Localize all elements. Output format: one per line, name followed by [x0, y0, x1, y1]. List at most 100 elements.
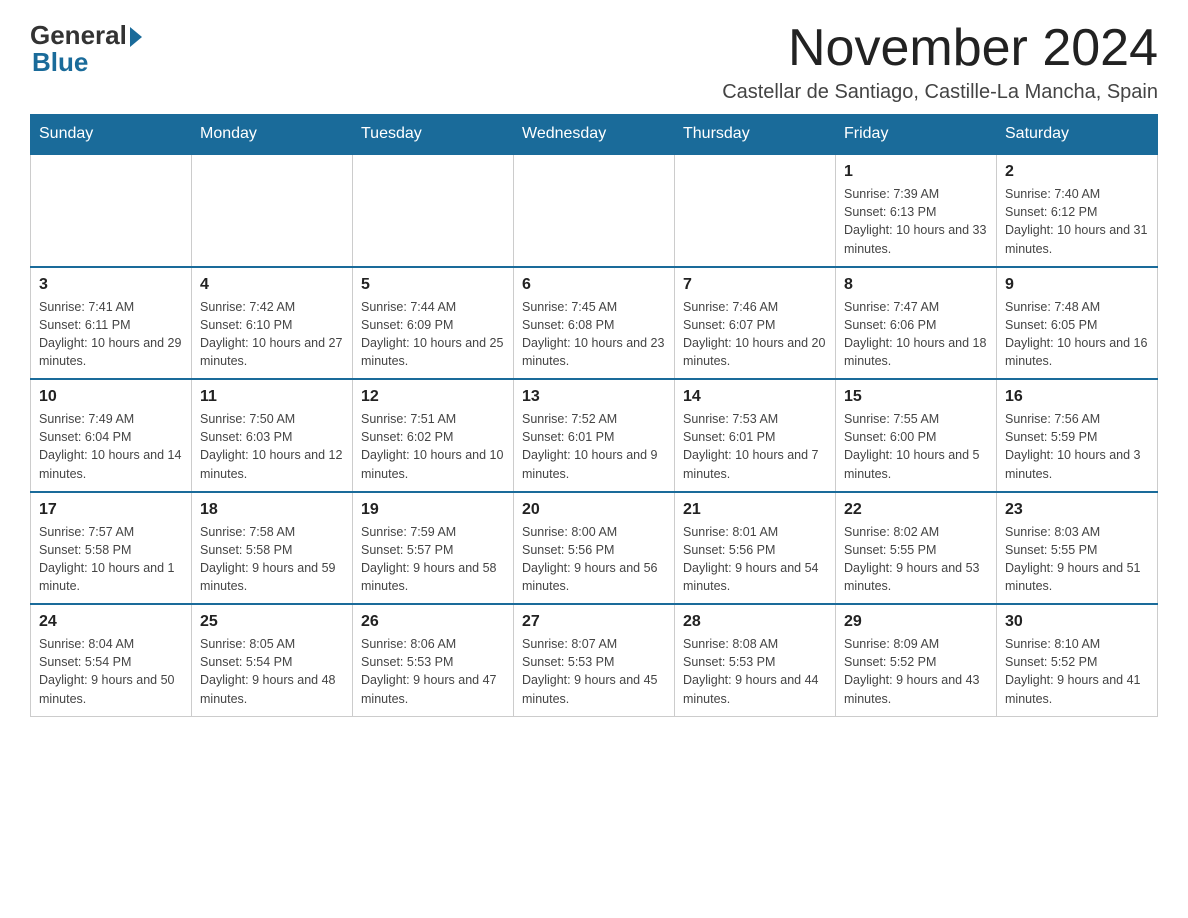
day-of-week-header: Tuesday	[353, 115, 514, 155]
calendar-cell: 11 Sunrise: 7:50 AM Sunset: 6:03 PM Dayli…	[192, 379, 353, 492]
calendar-cell	[353, 154, 514, 267]
calendar-cell: 6 Sunrise: 7:45 AM Sunset: 6:08 PM Daylig…	[514, 267, 675, 380]
calendar-week-row: 10Sunrise: 7:49 AM Sunset: 6:04 PM Dayli…	[31, 379, 1158, 492]
day-of-week-header: Saturday	[997, 115, 1158, 155]
day-number: 6	[522, 276, 666, 294]
day-number: 22	[844, 501, 988, 519]
calendar-cell: 26 Sunrise: 8:06 AM Sunset: 5:53 PM Dayli…	[353, 604, 514, 716]
day-info: Sunrise: 7:50 AM Sunset: 6:03 PM Dayligh…	[200, 410, 344, 483]
day-info: Sunrise: 7:40 AM Sunset: 6:12 PM Dayligh…	[1005, 185, 1149, 258]
calendar-cell: 28 Sunrise: 8:08 AM Sunset: 5:53 PM Dayli…	[675, 604, 836, 716]
location-subtitle: Castellar de Santiago, Castille-La Manch…	[722, 81, 1158, 104]
day-number: 9	[1005, 276, 1149, 294]
day-number: 18	[200, 501, 344, 519]
calendar-cell: 22 Sunrise: 8:02 AM Sunset: 5:55 PM Dayli…	[836, 492, 997, 605]
day-number: 24	[39, 613, 183, 631]
day-number: 17	[39, 501, 183, 519]
calendar-cell: 5Sunrise: 7:44 AM Sunset: 6:09 PM Daylig…	[353, 267, 514, 380]
calendar-cell: 25 Sunrise: 8:05 AM Sunset: 5:54 PM Dayli…	[192, 604, 353, 716]
calendar-cell: 24 Sunrise: 8:04 AM Sunset: 5:54 PM Dayli…	[31, 604, 192, 716]
day-info: Sunrise: 8:07 AM Sunset: 5:53 PM Dayligh…	[522, 635, 666, 708]
day-number: 25	[200, 613, 344, 631]
day-of-week-header: Wednesday	[514, 115, 675, 155]
calendar-week-row: 17Sunrise: 7:57 AM Sunset: 5:58 PM Dayli…	[31, 492, 1158, 605]
day-info: Sunrise: 8:09 AM Sunset: 5:52 PM Dayligh…	[844, 635, 988, 708]
day-info: Sunrise: 7:46 AM Sunset: 6:07 PM Dayligh…	[683, 298, 827, 371]
title-section: November 2024 Castellar de Santiago, Cas…	[722, 20, 1158, 104]
day-info: Sunrise: 7:53 AM Sunset: 6:01 PM Dayligh…	[683, 410, 827, 483]
calendar-cell: 12 Sunrise: 7:51 AM Sunset: 6:02 PM Dayli…	[353, 379, 514, 492]
day-info: Sunrise: 7:42 AM Sunset: 6:10 PM Dayligh…	[200, 298, 344, 371]
day-number: 4	[200, 276, 344, 294]
calendar-cell: 13 Sunrise: 7:52 AM Sunset: 6:01 PM Dayli…	[514, 379, 675, 492]
calendar-cell	[192, 154, 353, 267]
day-number: 11	[200, 388, 344, 406]
logo-blue-text: Blue	[32, 47, 88, 78]
day-number: 10	[39, 388, 183, 406]
calendar-week-row: 1Sunrise: 7:39 AM Sunset: 6:13 PM Daylig…	[31, 154, 1158, 267]
day-info: Sunrise: 7:44 AM Sunset: 6:09 PM Dayligh…	[361, 298, 505, 371]
day-info: Sunrise: 7:45 AM Sunset: 6:08 PM Dayligh…	[522, 298, 666, 371]
day-number: 14	[683, 388, 827, 406]
day-info: Sunrise: 7:51 AM Sunset: 6:02 PM Dayligh…	[361, 410, 505, 483]
day-info: Sunrise: 7:59 AM Sunset: 5:57 PM Dayligh…	[361, 523, 505, 596]
day-number: 1	[844, 163, 988, 181]
day-info: Sunrise: 8:10 AM Sunset: 5:52 PM Dayligh…	[1005, 635, 1149, 708]
day-info: Sunrise: 8:06 AM Sunset: 5:53 PM Dayligh…	[361, 635, 505, 708]
calendar-cell: 17Sunrise: 7:57 AM Sunset: 5:58 PM Dayli…	[31, 492, 192, 605]
calendar-cell: 4 Sunrise: 7:42 AM Sunset: 6:10 PM Daylig…	[192, 267, 353, 380]
calendar-cell	[514, 154, 675, 267]
day-info: Sunrise: 7:55 AM Sunset: 6:00 PM Dayligh…	[844, 410, 988, 483]
day-info: Sunrise: 7:48 AM Sunset: 6:05 PM Dayligh…	[1005, 298, 1149, 371]
day-number: 21	[683, 501, 827, 519]
logo-arrow-icon	[130, 27, 142, 47]
day-number: 2	[1005, 163, 1149, 181]
day-info: Sunrise: 8:02 AM Sunset: 5:55 PM Dayligh…	[844, 523, 988, 596]
day-of-week-header: Sunday	[31, 115, 192, 155]
calendar-cell: 30Sunrise: 8:10 AM Sunset: 5:52 PM Dayli…	[997, 604, 1158, 716]
calendar-cell: 29Sunrise: 8:09 AM Sunset: 5:52 PM Dayli…	[836, 604, 997, 716]
calendar-cell: 8 Sunrise: 7:47 AM Sunset: 6:06 PM Daylig…	[836, 267, 997, 380]
day-number: 13	[522, 388, 666, 406]
day-number: 27	[522, 613, 666, 631]
calendar-week-row: 24 Sunrise: 8:04 AM Sunset: 5:54 PM Dayli…	[31, 604, 1158, 716]
day-info: Sunrise: 7:52 AM Sunset: 6:01 PM Dayligh…	[522, 410, 666, 483]
calendar-header-row: SundayMondayTuesdayWednesdayThursdayFrid…	[31, 115, 1158, 155]
day-number: 8	[844, 276, 988, 294]
day-info: Sunrise: 7:41 AM Sunset: 6:11 PM Dayligh…	[39, 298, 183, 371]
day-number: 28	[683, 613, 827, 631]
day-number: 20	[522, 501, 666, 519]
month-title: November 2024	[722, 20, 1158, 77]
day-info: Sunrise: 8:03 AM Sunset: 5:55 PM Dayligh…	[1005, 523, 1149, 596]
day-info: Sunrise: 8:04 AM Sunset: 5:54 PM Dayligh…	[39, 635, 183, 708]
day-number: 7	[683, 276, 827, 294]
day-number: 15	[844, 388, 988, 406]
calendar-cell: 3 Sunrise: 7:41 AM Sunset: 6:11 PM Daylig…	[31, 267, 192, 380]
calendar-cell: 7 Sunrise: 7:46 AM Sunset: 6:07 PM Daylig…	[675, 267, 836, 380]
calendar-week-row: 3 Sunrise: 7:41 AM Sunset: 6:11 PM Daylig…	[31, 267, 1158, 380]
calendar-cell: 15 Sunrise: 7:55 AM Sunset: 6:00 PM Dayli…	[836, 379, 997, 492]
calendar-cell: 9 Sunrise: 7:48 AM Sunset: 6:05 PM Daylig…	[997, 267, 1158, 380]
day-info: Sunrise: 7:47 AM Sunset: 6:06 PM Dayligh…	[844, 298, 988, 371]
logo: General Blue	[30, 20, 142, 78]
day-info: Sunrise: 8:05 AM Sunset: 5:54 PM Dayligh…	[200, 635, 344, 708]
day-of-week-header: Thursday	[675, 115, 836, 155]
calendar-cell: 27 Sunrise: 8:07 AM Sunset: 5:53 PM Dayli…	[514, 604, 675, 716]
day-number: 3	[39, 276, 183, 294]
day-number: 12	[361, 388, 505, 406]
calendar-table: SundayMondayTuesdayWednesdayThursdayFrid…	[30, 114, 1158, 717]
calendar-cell: 14 Sunrise: 7:53 AM Sunset: 6:01 PM Dayli…	[675, 379, 836, 492]
calendar-cell: 21 Sunrise: 8:01 AM Sunset: 5:56 PM Dayli…	[675, 492, 836, 605]
calendar-cell: 19Sunrise: 7:59 AM Sunset: 5:57 PM Dayli…	[353, 492, 514, 605]
day-info: Sunrise: 8:01 AM Sunset: 5:56 PM Dayligh…	[683, 523, 827, 596]
calendar-cell: 16 Sunrise: 7:56 AM Sunset: 5:59 PM Dayli…	[997, 379, 1158, 492]
day-info: Sunrise: 7:56 AM Sunset: 5:59 PM Dayligh…	[1005, 410, 1149, 483]
page-header: General Blue November 2024 Castellar de …	[30, 20, 1158, 104]
day-number: 26	[361, 613, 505, 631]
calendar-cell: 1Sunrise: 7:39 AM Sunset: 6:13 PM Daylig…	[836, 154, 997, 267]
day-info: Sunrise: 8:08 AM Sunset: 5:53 PM Dayligh…	[683, 635, 827, 708]
calendar-cell: 20Sunrise: 8:00 AM Sunset: 5:56 PM Dayli…	[514, 492, 675, 605]
calendar-cell: 18Sunrise: 7:58 AM Sunset: 5:58 PM Dayli…	[192, 492, 353, 605]
day-number: 16	[1005, 388, 1149, 406]
calendar-cell: 2 Sunrise: 7:40 AM Sunset: 6:12 PM Daylig…	[997, 154, 1158, 267]
